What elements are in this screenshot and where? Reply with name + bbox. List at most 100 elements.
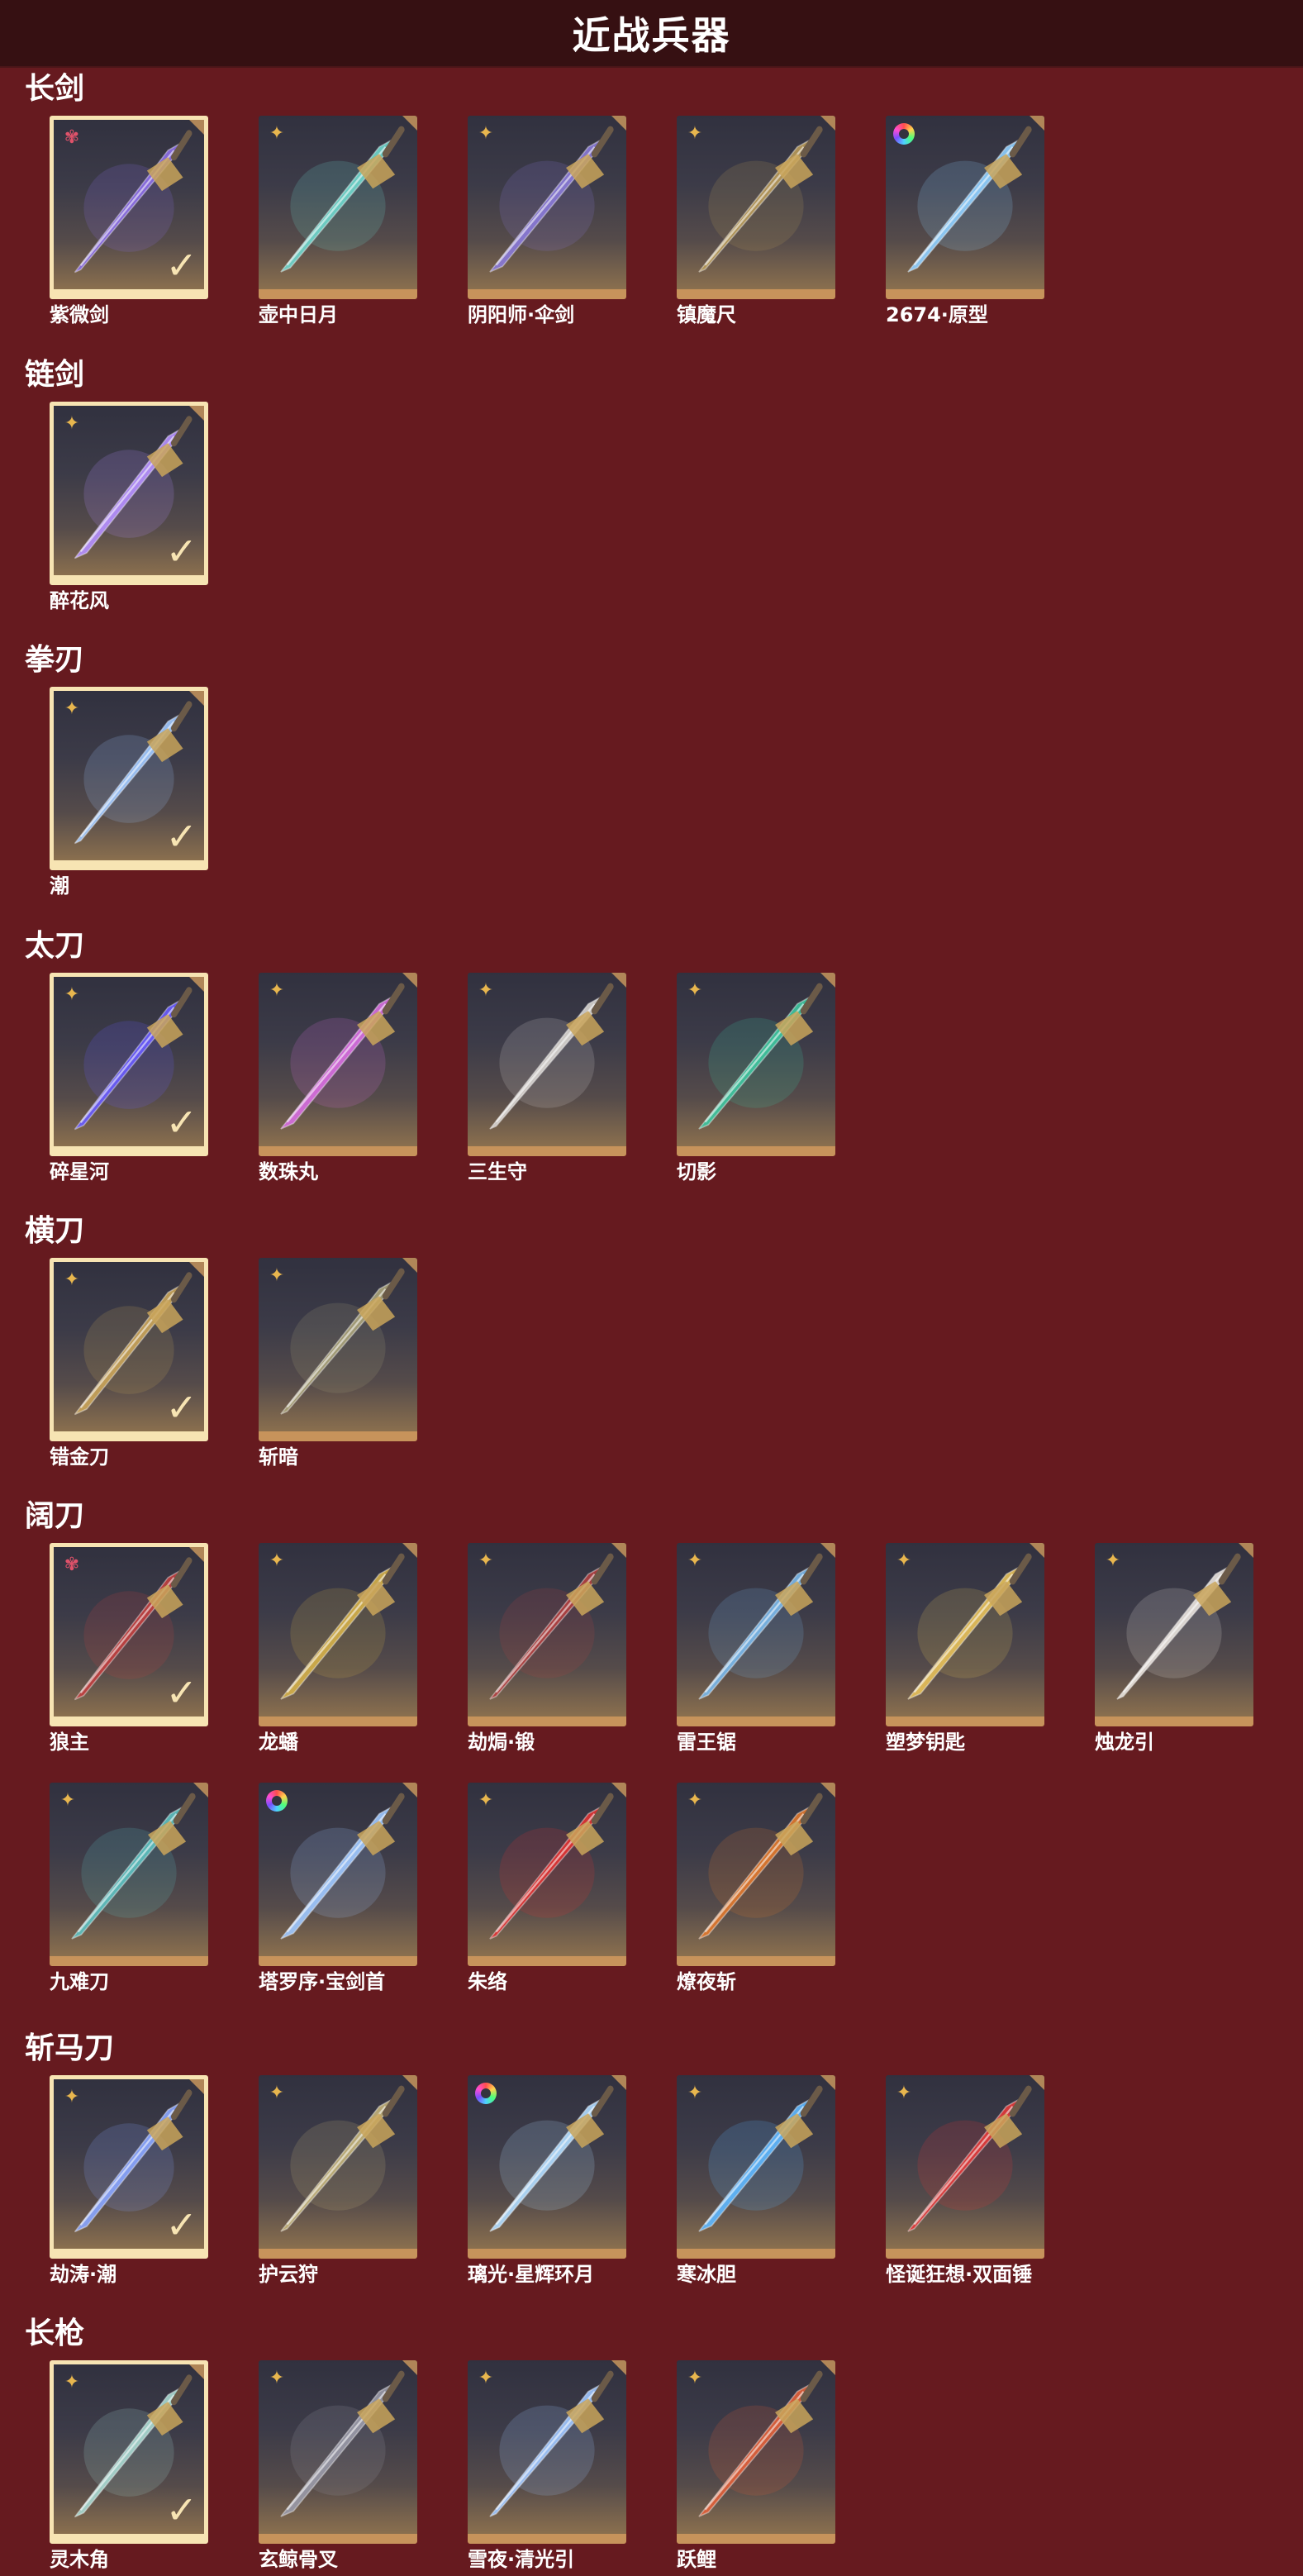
category-heading: 太刀 [25, 929, 85, 963]
rainbow-ring-icon [475, 2083, 497, 2104]
weapon-card[interactable]: ✦ ✓ [50, 973, 208, 1156]
weapon-name: 雷王锯 [677, 1731, 736, 1754]
rainbow-ring-icon [266, 1790, 288, 1812]
gold-star-icon: ✦ [687, 2083, 703, 2103]
weapon-card[interactable]: ✦ [677, 1543, 835, 1726]
corner-tab [611, 2360, 626, 2375]
gold-star-icon: ✦ [269, 123, 285, 144]
gold-star-icon: ✦ [478, 980, 494, 1001]
weapon-card[interactable]: ✦ [259, 1543, 417, 1726]
gold-star-icon: ✦ [687, 123, 703, 144]
weapon-card[interactable]: ✦ [677, 2075, 835, 2259]
weapon-card[interactable]: ✦ [677, 1783, 835, 1966]
weapon-name: 斩暗 [259, 1445, 298, 1469]
weapon-card[interactable]: ✦ [468, 1543, 626, 1726]
owned-check-icon: ✓ [165, 814, 197, 859]
weapon-card[interactable]: ✦ [259, 973, 417, 1156]
owned-check-icon: ✓ [165, 243, 197, 288]
owned-check-icon: ✓ [165, 2202, 197, 2247]
weapon-card[interactable]: ✦ ✓ [50, 402, 208, 585]
weapon-card[interactable]: ✦ [886, 2075, 1044, 2259]
weapon-card[interactable]: ✦ [468, 973, 626, 1156]
weapon-card[interactable]: ✦ [259, 2360, 417, 2544]
corner-tab [189, 691, 204, 706]
weapon-name: 劫涛·潮 [50, 2263, 117, 2286]
corner-tab [820, 1783, 835, 1797]
weapon-name: 烛龙引 [1095, 1731, 1154, 1754]
corner-tab [402, 1783, 417, 1797]
owned-check-icon: ✓ [165, 1385, 197, 1430]
corner-tab [189, 1547, 204, 1562]
weapon-card[interactable]: ✾ ✓ [50, 116, 208, 299]
category-heading: 横刀 [25, 1214, 85, 1248]
owned-check-icon: ✓ [165, 1100, 197, 1145]
owned-check-icon: ✓ [165, 2488, 197, 2532]
weapon-card[interactable]: ✦ [468, 116, 626, 299]
corner-tab [820, 1543, 835, 1558]
weapon-name: 璃光·星辉环月 [468, 2263, 595, 2286]
gold-star-icon: ✦ [59, 1790, 76, 1811]
weapon-card[interactable]: ✦ [886, 1543, 1044, 1726]
weapon-card[interactable]: ✦ [677, 116, 835, 299]
weapon-card[interactable]: ✦ [468, 2360, 626, 2544]
gold-star-icon: ✦ [269, 1550, 285, 1571]
corner-tab [189, 2364, 204, 2379]
weapon-card[interactable]: ✦ [677, 973, 835, 1156]
weapon-card[interactable]: ✦ [259, 2075, 417, 2259]
owned-check-icon: ✓ [165, 1670, 197, 1715]
corner-tab [402, 2360, 417, 2375]
gold-star-icon: ✦ [896, 1550, 912, 1571]
weapon-name: 塑梦钥匙 [886, 1731, 965, 1754]
corner-tab [402, 973, 417, 988]
gold-star-icon: ✦ [478, 2368, 494, 2388]
weapon-name: 狼主 [50, 1731, 89, 1754]
gold-star-icon: ✦ [64, 984, 80, 1005]
gold-star-icon: ✦ [269, 2368, 285, 2388]
weapon-card[interactable]: ✦ [259, 116, 417, 299]
corner-tab [1030, 1543, 1044, 1558]
gold-star-icon: ✦ [687, 2368, 703, 2388]
weapon-card[interactable]: ✦ [259, 1258, 417, 1441]
weapon-name: 2674·原型 [886, 303, 988, 326]
weapon-name: 跃鲤 [677, 2548, 716, 2571]
corner-tab [611, 1543, 626, 1558]
gold-star-icon: ✦ [478, 123, 494, 144]
gold-star-icon: ✦ [269, 2083, 285, 2103]
weapon-name: 龙蟠 [259, 1731, 298, 1754]
weapon-card[interactable]: ✦ [1095, 1543, 1253, 1726]
corner-tab [820, 116, 835, 131]
category-heading: 长剑 [25, 72, 85, 106]
weapon-name: 数珠丸 [259, 1160, 318, 1183]
category-heading: 长枪 [25, 2316, 85, 2350]
weapon-name: 潮 [50, 874, 69, 898]
weapon-name: 镇魔尺 [677, 303, 736, 326]
weapon-name: 碎星河 [50, 1160, 109, 1183]
weapon-name: 灵木角 [50, 2548, 109, 2571]
weapon-card[interactable]: ✾ ✓ [50, 1543, 208, 1726]
gold-star-icon: ✦ [269, 1265, 285, 1286]
corner-tab [1030, 2075, 1044, 2090]
weapon-card[interactable]: ✦ ✓ [50, 687, 208, 870]
weapon-name: 切影 [677, 1160, 716, 1183]
gold-star-icon: ✦ [269, 980, 285, 1001]
weapon-card[interactable]: ✦ ✓ [50, 1258, 208, 1441]
corner-tab [189, 2079, 204, 2094]
gold-star-icon: ✦ [478, 1550, 494, 1571]
gold-star-icon: ✦ [64, 2372, 80, 2393]
weapon-card[interactable]: ✦ [50, 1783, 208, 1966]
weapon-card[interactable]: ✦ [468, 1783, 626, 1966]
weapon-card[interactable]: ✦ ✓ [50, 2075, 208, 2259]
weapon-card[interactable]: ✦ ✓ [50, 2360, 208, 2544]
page-header: 近战兵器 [0, 0, 1303, 68]
corner-tab [193, 1783, 208, 1797]
corner-tab [611, 973, 626, 988]
weapon-card[interactable] [886, 116, 1044, 299]
weapon-card[interactable]: ✦ [677, 2360, 835, 2544]
weapon-card[interactable] [468, 2075, 626, 2259]
weapon-name: 错金刀 [50, 1445, 109, 1469]
rainbow-ring-icon [893, 123, 915, 145]
gold-star-icon: ✦ [687, 1790, 703, 1811]
gold-star-icon: ✦ [64, 1269, 80, 1290]
weapon-card[interactable] [259, 1783, 417, 1966]
page-title: 近战兵器 [572, 13, 731, 58]
